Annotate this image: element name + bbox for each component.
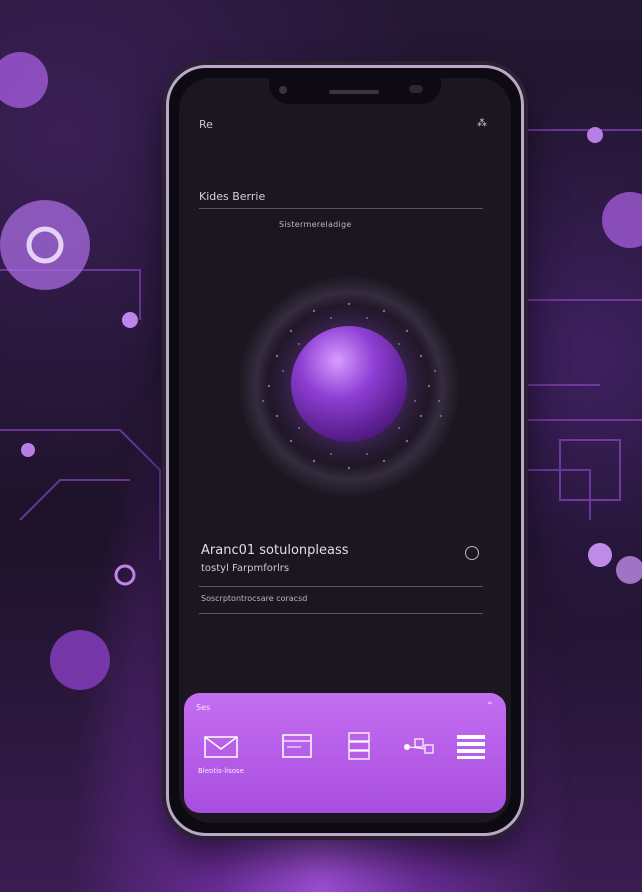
- divider: [199, 586, 483, 587]
- envelope-icon: [204, 736, 238, 758]
- divider: [199, 208, 483, 209]
- status-bar-right: ⁂: [477, 118, 487, 129]
- page-subtitle: Sistermereladige: [279, 220, 352, 229]
- status-bar-left: Re: [199, 118, 213, 131]
- divider: [199, 613, 483, 614]
- dock-item-browser[interactable]: [274, 731, 320, 781]
- network-nodes-icon: [404, 738, 434, 754]
- front-camera: [279, 86, 287, 94]
- notch: [269, 78, 441, 104]
- info-subtitle: tostyl Farpmforlrs: [201, 563, 290, 574]
- dock-item-server[interactable]: [336, 731, 382, 781]
- page-title: Kides Berrie: [199, 190, 266, 203]
- dock-item-mail[interactable]: Bleotis-lisose: [198, 731, 244, 781]
- dock-item-menu[interactable]: [448, 731, 494, 781]
- orb-visual[interactable]: [239, 276, 459, 496]
- dock-item-label: Bleotis-lisose: [198, 767, 244, 775]
- browser-window-icon: [282, 734, 312, 758]
- dock-item-network[interactable]: [396, 731, 442, 781]
- phone-frame: Re ⁂ Kides Berrie Sistermereladige Aranc…: [166, 65, 524, 836]
- bottom-dock: Ses ⌃ Bleotis-lisose: [184, 693, 506, 813]
- info-title: Aranc01 sotulonpleass: [201, 543, 349, 558]
- phone-screen: Re ⁂ Kides Berrie Sistermereladige Aranc…: [179, 78, 511, 823]
- dock-label: Ses: [196, 703, 211, 712]
- sensor: [409, 85, 423, 93]
- menu-lines-icon: [457, 735, 485, 759]
- clock-icon[interactable]: [465, 546, 479, 560]
- dock-collapse-icon[interactable]: ⌃: [486, 701, 494, 712]
- server-stack-icon: [348, 732, 370, 760]
- info-line[interactable]: Soscrptontrocsare coracsd: [201, 594, 307, 603]
- speaker-grille: [329, 90, 379, 94]
- orb-sphere: [291, 326, 407, 442]
